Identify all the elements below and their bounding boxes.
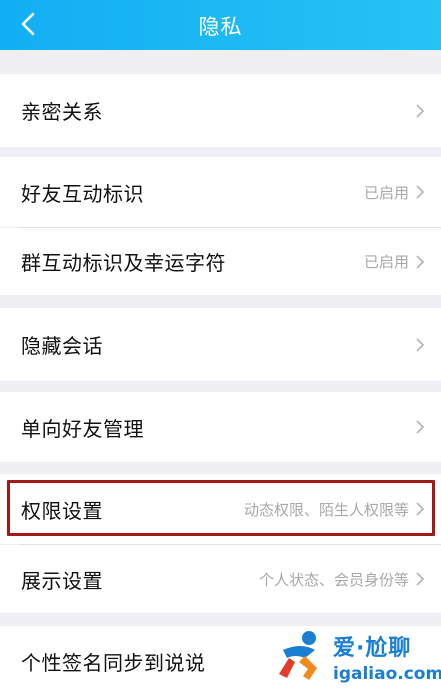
row-label: 单向好友管理 — [21, 416, 144, 441]
row-label: 亲密关系 — [21, 100, 103, 124]
chevron-right-icon — [416, 254, 425, 269]
row-label: 隐藏会话 — [21, 334, 103, 358]
chevron-right-icon — [416, 185, 425, 199]
row-one-way-friends[interactable]: 单向好友管理 — [0, 392, 441, 462]
row-label: 展示设置 — [21, 568, 103, 593]
chevron-right-icon — [416, 103, 425, 118]
row-friend-interaction-badge[interactable]: 好友互动标识 已启用 — [0, 157, 441, 227]
row-label: 群互动标识及幸运字符 — [21, 251, 226, 275]
row-value: 已启用 — [363, 183, 409, 202]
row-group-interaction-badge[interactable]: 群互动标识及幸运字符 已启用 — [0, 228, 441, 295]
row-signature-sync[interactable]: 个性签名同步到说说 — [0, 626, 441, 696]
row-label: 个性签名同步到说说 — [21, 650, 206, 675]
row-display-settings[interactable]: 展示设置 个人状态、会员身份等 — [0, 545, 441, 613]
row-value: 个人状态、会员身份等 — [258, 570, 409, 589]
row-hidden-chats[interactable]: 隐藏会话 — [0, 308, 441, 381]
chevron-right-icon — [416, 420, 425, 434]
page-title: 隐私 — [198, 15, 243, 39]
chevron-right-icon — [416, 572, 425, 586]
row-value: 已启用 — [363, 253, 409, 271]
chevron-right-icon — [416, 502, 425, 516]
row-label: 好友互动标识 — [21, 181, 144, 206]
row-permission-settings[interactable]: 权限设置 动态权限、陌生人权限等 — [0, 474, 441, 544]
row-intimate-relations[interactable]: 亲密关系 — [0, 74, 441, 147]
nav-bar: 隐私 — [0, 0, 441, 50]
row-label: 权限设置 — [21, 498, 103, 523]
row-value: 动态权限、陌生人权限等 — [243, 500, 409, 519]
chevron-right-icon — [416, 337, 425, 352]
